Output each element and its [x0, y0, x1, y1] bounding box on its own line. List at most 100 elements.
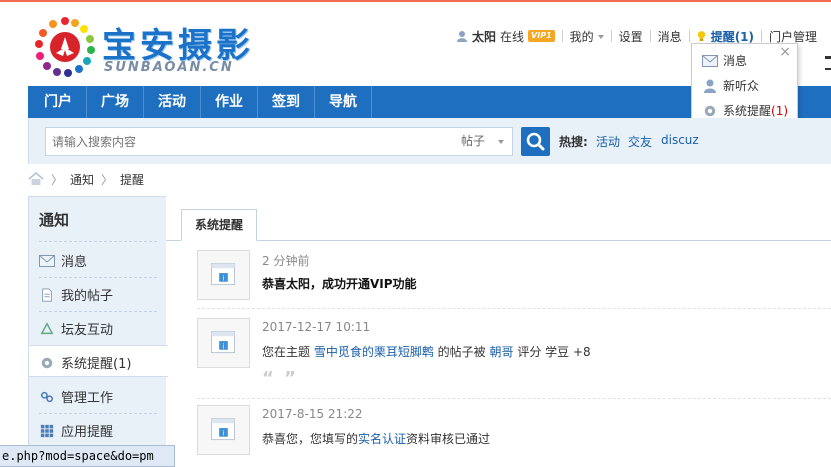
- divider: [561, 30, 563, 42]
- divider: [39, 413, 157, 414]
- link-icon: [40, 391, 54, 402]
- sidebar-item-label: 消息: [61, 255, 88, 270]
- grid-icon: [40, 424, 54, 437]
- nav-item-events[interactable]: 活动: [144, 86, 201, 118]
- dropdown-item-system-remind[interactable]: 系统提醒 (1): [702, 102, 788, 119]
- notice-middle: 的帖子被: [433, 345, 490, 359]
- gear-icon: [41, 357, 53, 368]
- gear-icon: [704, 105, 716, 116]
- mine-label: 我的: [569, 29, 594, 44]
- username-link[interactable]: 太阳: [472, 28, 496, 45]
- search-bar: 帖子 热搜: 活动 交友 discuz: [28, 118, 831, 164]
- sidebar-item-label: 坛友互动: [61, 323, 114, 338]
- logo-mark-icon: [35, 17, 95, 77]
- rater-user-link[interactable]: 朝哥: [489, 345, 513, 359]
- settings-link[interactable]: 设置: [619, 28, 643, 45]
- portal-manage-link[interactable]: 门户管理: [769, 28, 817, 45]
- nav-item-navigation[interactable]: 导航: [315, 86, 372, 118]
- breadcrumb-separator: 〉: [101, 172, 114, 187]
- divider: [610, 30, 612, 42]
- envelope-icon: [39, 254, 55, 267]
- divider: [197, 398, 831, 399]
- logo-subtitle: SUNBAOAN.CN: [104, 60, 234, 75]
- sidebar-item-label: 管理工作: [61, 391, 114, 406]
- recycle-icon: [40, 321, 54, 334]
- search-button[interactable]: [521, 127, 550, 156]
- search-input[interactable]: [45, 127, 455, 156]
- notice-text: 恭喜太阳，成功开通VIP功能: [262, 277, 417, 291]
- notice-icon: i: [197, 318, 250, 368]
- dropdown-item-label: 新听众: [723, 79, 760, 93]
- divider: [39, 277, 157, 278]
- chevron-down-icon: [597, 35, 604, 39]
- sidebar-item-manage[interactable]: 管理工作: [39, 387, 113, 406]
- svg-text:i: i: [223, 429, 225, 437]
- tab-system-remind[interactable]: 系统提醒: [181, 209, 257, 241]
- sidebar-item-label: 应用提醒: [61, 425, 114, 440]
- sidebar-item-app-remind[interactable]: 应用提醒: [39, 421, 113, 440]
- notice-icon: i: [197, 405, 250, 455]
- hot-tag-friends[interactable]: 交友: [628, 133, 652, 150]
- remind-dropdown: × 消息 新听众 系统提醒 (1): [691, 43, 798, 129]
- nav-item-portal[interactable]: 门户: [28, 86, 87, 118]
- nav-item-homework[interactable]: 作业: [201, 86, 258, 118]
- divider: [39, 311, 157, 312]
- online-status: 在线: [500, 29, 525, 44]
- sidebar-item-messages[interactable]: 消息: [39, 251, 87, 270]
- notice-text: 您在主题 雪中觅食的栗耳短脚鹎 的帖子被 朝哥 评分 学豆 +8: [262, 343, 591, 360]
- messages-link[interactable]: 消息: [658, 28, 682, 45]
- dropdown-item-messages[interactable]: 消息: [702, 52, 747, 69]
- breadcrumb-remind[interactable]: 提醒: [120, 171, 144, 188]
- site-logo[interactable]: 宝安摄影 SUNBAOAN.CN: [32, 16, 262, 78]
- sidebar-item-interaction[interactable]: 坛友互动: [39, 319, 113, 338]
- thread-link[interactable]: 雪中觅食的栗耳短脚鹎: [314, 345, 434, 359]
- divider: [649, 30, 651, 42]
- sidebar-item-label: 我的帖子: [61, 289, 114, 304]
- notice-prefix: 恭喜您，您填写的: [262, 432, 359, 446]
- divider: [688, 30, 690, 42]
- system-notice-icon: i: [211, 418, 236, 441]
- envelope-icon: [702, 54, 718, 67]
- system-notice-icon: i: [211, 263, 236, 286]
- sidebar-item-my-posts[interactable]: 我的帖子: [39, 285, 113, 304]
- hot-tag-discuz[interactable]: discuz: [661, 133, 699, 147]
- svg-text:i: i: [223, 274, 225, 282]
- user-icon: [457, 31, 467, 42]
- quote-marks: “ ”: [262, 368, 298, 389]
- top-accent-line: [0, 0, 831, 2]
- search-icon: [526, 132, 545, 151]
- close-icon[interactable]: ×: [779, 44, 791, 60]
- sidebar-title: 通知: [39, 211, 70, 229]
- dropdown-item-label: 系统提醒: [723, 104, 772, 118]
- home-icon[interactable]: [28, 172, 44, 186]
- edge-marker-icon: [825, 56, 831, 70]
- system-notice-icon: i: [211, 331, 236, 354]
- search-scope-label: 帖子: [461, 134, 486, 148]
- tabs-baseline: [166, 240, 831, 241]
- sidebar-item-system-remind[interactable]: 系统提醒(1): [39, 353, 131, 372]
- sidebar-item-label: 系统提醒(1): [61, 357, 132, 372]
- breadcrumb-notice[interactable]: 通知: [70, 171, 94, 188]
- search-scope-select[interactable]: 帖子: [453, 127, 513, 156]
- notice-text: 恭喜您，您填写的实名认证资料审核已通过: [262, 430, 490, 447]
- dropdown-item-new-followers[interactable]: 新听众: [702, 77, 759, 94]
- notice-time: 2017-8-15 21:22: [262, 407, 363, 421]
- sidebar: 通知 消息 我的帖子 坛友互动 系统提醒(1) 管理工作 应用提醒: [28, 196, 168, 456]
- browser-status-bar: e.php?mod=space&do=pm: [0, 445, 175, 467]
- notice-prefix: 您在主题: [262, 345, 314, 359]
- dropdown-item-label: 消息: [723, 54, 748, 68]
- vip-badge[interactable]: VIP1: [528, 30, 555, 42]
- breadcrumb: 〉 通知 〉 提醒: [28, 171, 144, 187]
- user-icon: [704, 79, 716, 93]
- nav-item-checkin[interactable]: 签到: [258, 86, 315, 118]
- lightbulb-icon: [697, 30, 705, 41]
- remind-link[interactable]: 提醒(1): [711, 28, 754, 45]
- notice-suffix: 评分 学豆 +8: [513, 345, 591, 359]
- divider: [761, 30, 763, 42]
- hot-tag-events[interactable]: 活动: [596, 133, 620, 150]
- notice-suffix: 资料审核已通过: [406, 432, 491, 446]
- hot-search-label: 热搜:: [559, 135, 588, 149]
- mine-menu[interactable]: 我的: [570, 28, 604, 45]
- nav-item-square[interactable]: 广场: [87, 86, 144, 118]
- real-name-auth-link[interactable]: 实名认证: [358, 432, 406, 446]
